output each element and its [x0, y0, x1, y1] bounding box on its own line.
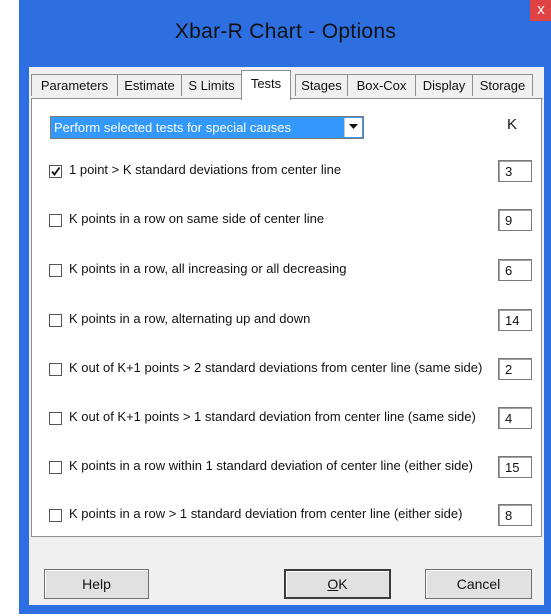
- test-2-checkbox[interactable]: [49, 214, 62, 227]
- test-1-label: 1 point > K standard deviations from cen…: [69, 162, 342, 177]
- dialog-title: Xbar-R Chart - Options: [174, 20, 397, 43]
- tab-display[interactable]: Display: [415, 74, 473, 96]
- chevron-down-icon: [349, 124, 358, 129]
- test-row-6: K out of K+1 points > 1 standard deviati…: [32, 407, 543, 433]
- help-button[interactable]: Help: [44, 569, 149, 599]
- test-8-checkbox[interactable]: [49, 509, 62, 522]
- test-3-k-input[interactable]: [498, 259, 532, 281]
- test-7-k-input[interactable]: [498, 456, 532, 478]
- tab-strip: Parameters Estimate S Limits Tests Stage…: [29, 67, 544, 103]
- test-row-4: K points in a row, alternating up and do…: [32, 309, 543, 335]
- tab-tests[interactable]: Tests: [241, 70, 291, 100]
- test-3-checkbox[interactable]: [49, 264, 62, 277]
- test-6-label: K out of K+1 points > 1 standard deviati…: [69, 409, 476, 424]
- test-2-label: K points in a row on same side of center…: [69, 211, 325, 226]
- test-row-1: 1 point > K standard deviations from cen…: [32, 160, 543, 186]
- tests-panel: Perform selected tests for special cause…: [31, 99, 542, 537]
- test-row-7: K points in a row within 1 standard devi…: [32, 456, 543, 482]
- test-6-checkbox[interactable]: [49, 412, 62, 425]
- tab-box-cox[interactable]: Box-Cox: [347, 74, 416, 96]
- test-row-2: K points in a row on same side of center…: [32, 209, 543, 235]
- test-row-5: K out of K+1 points > 2 standard deviati…: [32, 358, 543, 384]
- dialog-client-area: Parameters Estimate S Limits Tests Stage…: [29, 67, 544, 605]
- test-3-label: K points in a row, all increasing or all…: [69, 261, 347, 276]
- cancel-button[interactable]: Cancel: [425, 569, 532, 599]
- tab-s-limits[interactable]: S Limits: [181, 74, 242, 96]
- ok-mnemonic: O: [327, 576, 339, 592]
- test-7-checkbox[interactable]: [49, 461, 62, 474]
- k-column-header: K: [507, 116, 518, 133]
- tab-estimate[interactable]: Estimate: [117, 74, 182, 96]
- test-5-checkbox[interactable]: [49, 363, 62, 376]
- test-mode-dropdown[interactable]: Perform selected tests for special cause…: [50, 116, 364, 139]
- test-4-checkbox[interactable]: [49, 314, 62, 327]
- tab-stages[interactable]: Stages: [295, 74, 348, 96]
- title-bar[interactable]: Xbar-R Chart - Options x: [19, 0, 551, 67]
- test-8-label: K points in a row > 1 standard deviation…: [69, 506, 463, 521]
- test-6-k-input[interactable]: [498, 407, 532, 429]
- checkmark-icon: [51, 166, 61, 176]
- close-icon: x: [537, 1, 545, 18]
- test-8-k-input[interactable]: [498, 504, 532, 526]
- test-1-checkbox[interactable]: [49, 165, 62, 178]
- dropdown-arrow-button[interactable]: [344, 118, 362, 137]
- test-5-k-input[interactable]: [498, 358, 532, 380]
- test-7-label: K points in a row within 1 standard devi…: [69, 458, 473, 473]
- ok-label-rest: K: [338, 576, 348, 592]
- options-dialog: Xbar-R Chart - Options x Parameters Esti…: [19, 0, 551, 614]
- test-row-3: K points in a row, all increasing or all…: [32, 259, 543, 285]
- close-button[interactable]: x: [530, 0, 551, 21]
- ok-button[interactable]: OK: [284, 569, 391, 599]
- test-row-8: K points in a row > 1 standard deviation…: [32, 504, 543, 530]
- tab-storage[interactable]: Storage: [472, 74, 533, 96]
- test-1-k-input[interactable]: [498, 160, 532, 182]
- test-mode-selected: Perform selected tests for special cause…: [54, 120, 291, 135]
- test-4-label: K points in a row, alternating up and do…: [69, 311, 311, 326]
- test-5-label: K out of K+1 points > 2 standard deviati…: [69, 360, 483, 375]
- tab-parameters[interactable]: Parameters: [31, 74, 118, 96]
- test-4-k-input[interactable]: [498, 309, 532, 331]
- test-2-k-input[interactable]: [498, 209, 532, 231]
